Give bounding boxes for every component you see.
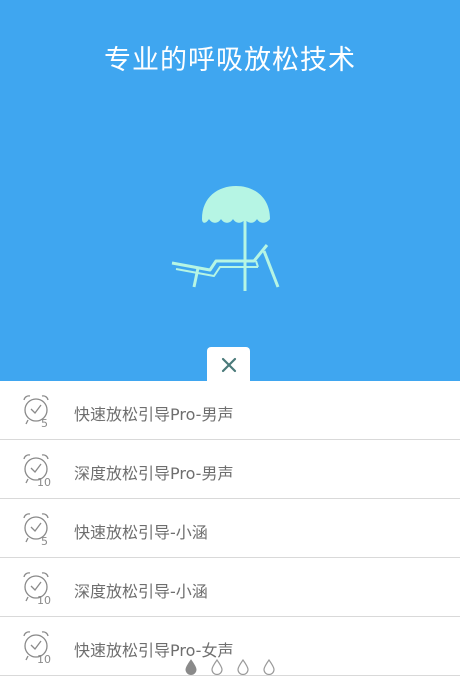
list-item-label: 快速放松引导-小涵 <box>74 523 208 542</box>
list-item-label: 深度放松引导Pro-男声 <box>74 464 234 483</box>
water-drop-icon[interactable] <box>236 659 250 675</box>
list-item[interactable]: 5 快速放松引导Pro-男声 <box>0 381 460 440</box>
alarm-clock-icon: 10 <box>20 628 56 666</box>
beach-umbrella-lounge-chair-icon <box>171 186 280 291</box>
list-item[interactable]: 10 深度放松引导Pro-男声 <box>0 440 460 499</box>
list-item[interactable]: 5 快速放松引导-小涵 <box>0 499 460 558</box>
clock-minutes: 10 <box>37 476 51 489</box>
list-item[interactable]: 10 深度放松引导-小涵 <box>0 558 460 617</box>
close-icon <box>221 357 236 373</box>
clock-minutes: 5 <box>41 535 48 548</box>
alarm-clock-icon: 10 <box>20 569 56 607</box>
water-drop-icon[interactable] <box>184 659 198 675</box>
list-item-label: 快速放松引导Pro-男声 <box>74 405 234 424</box>
water-drop-icon[interactable] <box>210 659 224 675</box>
list-item-label: 深度放松引导-小涵 <box>74 582 208 601</box>
alarm-clock-icon: 10 <box>20 451 56 489</box>
clock-minutes: 5 <box>41 417 48 430</box>
clock-minutes: 10 <box>37 653 51 666</box>
list-item-label: 快速放松引导Pro-女声 <box>74 641 234 660</box>
page-indicator <box>184 659 276 675</box>
water-drop-icon[interactable] <box>262 659 276 675</box>
close-button[interactable] <box>207 347 250 383</box>
hero-banner: 专业的呼吸放松技术 <box>0 0 460 381</box>
alarm-clock-icon: 5 <box>20 392 56 430</box>
hero-title: 专业的呼吸放松技术 <box>104 45 356 76</box>
guide-list: 5 快速放松引导Pro-男声 10 深度放松引导Pro-男声 5 快速放松引导-… <box>0 381 460 690</box>
clock-minutes: 10 <box>37 594 51 607</box>
alarm-clock-icon: 5 <box>20 510 56 548</box>
